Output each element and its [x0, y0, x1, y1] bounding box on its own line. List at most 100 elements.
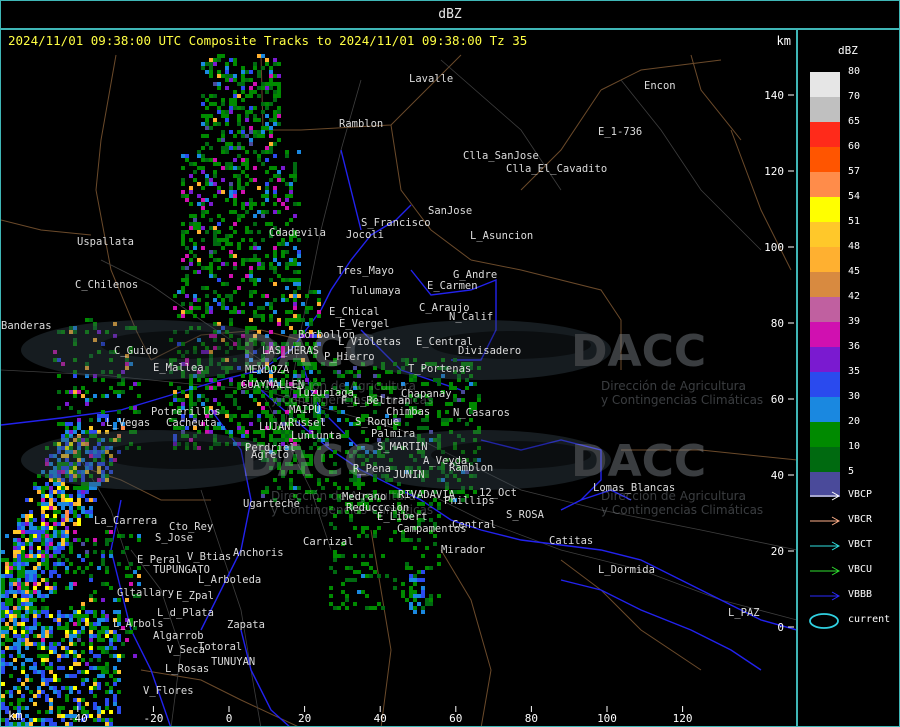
place-label: V_Flores	[143, 685, 194, 697]
legend-value: 57	[848, 166, 861, 177]
legend-value: 54	[848, 191, 861, 202]
place-label: Tulumaya	[350, 285, 401, 297]
map-title: 2024/11/01 09:38:00 UTC Composite Tracks…	[8, 33, 528, 48]
place-label: Catitas	[549, 535, 593, 547]
svg-text:y Contingencias Climáticas: y Contingencias Climáticas	[601, 393, 763, 407]
y-tick-label: 60	[771, 393, 784, 406]
track-arrow-icon	[810, 491, 841, 501]
legend-value: 10	[848, 441, 861, 452]
place-label: 12_Oct	[479, 487, 517, 499]
place-label: L_Dormida	[598, 564, 655, 576]
place-label: S_MARTIN	[377, 441, 428, 453]
place-label: S_ROSA	[506, 509, 545, 521]
legend-swatch	[810, 422, 840, 447]
place-label: V_Btias	[187, 551, 231, 563]
place-label: S_Jose	[155, 532, 193, 544]
place-label: Carrizal	[303, 536, 354, 548]
legend-value: 35	[848, 366, 861, 377]
place-label: MAIPU	[289, 404, 321, 416]
legend-panel: dBZ 80 70 65 60 57 54 51 48 45 42 39 36 35 30 20 10 5 VB…	[797, 29, 900, 727]
place-label: C_Guido	[114, 345, 158, 357]
place-label: Uspallata	[77, 236, 134, 248]
place-label: T_Portenas	[408, 363, 471, 375]
track-arrow-icon	[810, 566, 841, 576]
svg-text:DACC: DACC	[571, 436, 706, 487]
place-label: LUJAN	[259, 421, 291, 433]
place-label: Algarrob	[153, 630, 204, 642]
place-label: SanJose	[428, 205, 472, 217]
legend-value: 60	[848, 141, 861, 152]
place-label: E_1-736	[598, 126, 642, 138]
place-label: S_Francisco	[361, 217, 431, 229]
place-label: Clla_SanJose	[463, 150, 539, 162]
place-label: S_Roque	[355, 416, 399, 428]
place-label: N_Casaros	[453, 407, 510, 419]
window-title: dBZ	[438, 7, 462, 22]
place-label: Lavalle	[409, 73, 453, 85]
place-label: Tres_Mayo	[337, 265, 394, 277]
place-label: Cacheuta	[166, 417, 217, 429]
legend-swatch	[810, 172, 840, 197]
place-label: E_Zpal	[176, 590, 214, 602]
y-tick-label: 40	[771, 469, 784, 482]
x-tick-label: -40	[68, 712, 88, 725]
legend-swatch	[810, 147, 840, 172]
legend-value: 80	[848, 66, 861, 77]
x-tick-label: 60	[449, 712, 462, 725]
legend-swatch	[810, 197, 840, 222]
y-tick-label: 120	[764, 165, 784, 178]
place-label: E_Carmen	[427, 280, 478, 292]
km-unit-bottom: km	[8, 709, 23, 723]
x-tick-label: 40	[374, 712, 387, 725]
y-tick-label: 100	[764, 241, 784, 254]
track-arrow-icon	[810, 591, 841, 601]
legend-swatch	[810, 122, 840, 147]
legend-value: 45	[848, 266, 861, 277]
place-label: N_Calif	[449, 311, 493, 323]
current-ellipse-icon	[809, 613, 839, 629]
radar-map-panel[interactable]: DACC Dirección de Agricultura y Contingenc…	[0, 29, 797, 727]
track-label: VBCU	[848, 564, 873, 575]
track-label: VBCR	[848, 514, 873, 525]
legend-swatch	[810, 372, 840, 397]
window-title-bar: dBZ	[0, 0, 900, 29]
legend-swatch	[810, 72, 840, 97]
place-label: E_Mallea	[153, 362, 204, 374]
x-tick-label: 100	[597, 712, 617, 725]
place-label: TUNUYAN	[211, 656, 255, 668]
place-label: Mirador	[441, 544, 485, 556]
place-label: Clla_El_Cavadito	[506, 163, 607, 175]
place-label: L_d_Plata	[157, 607, 214, 619]
place-label: L_Rosas	[165, 663, 209, 675]
place-label: MENDOZA	[245, 364, 290, 376]
place-label: Divisadero	[458, 345, 521, 357]
radar-map[interactable]: DACC Dirección de Agriculturay Contingenc…	[1, 30, 797, 727]
km-unit-top: km	[776, 34, 791, 48]
track-label: VBCT	[848, 539, 873, 550]
place-label: Ugarteche	[243, 498, 300, 510]
legend-swatch	[810, 447, 840, 472]
place-label: Perdriel	[245, 442, 296, 454]
legend-value: 39	[848, 316, 861, 327]
place-label: Jocoli	[346, 229, 384, 241]
place-label: G_Andre	[453, 269, 497, 281]
track-arrow-icon	[810, 516, 841, 526]
legend-swatch	[810, 347, 840, 372]
y-tick-label: 0	[777, 621, 784, 634]
legend-swatch	[810, 397, 840, 422]
legend-value: 36	[848, 341, 861, 352]
place-label: Ramblon	[449, 462, 493, 474]
place-label: E_Libert	[377, 511, 428, 523]
place-label: E_Chical	[329, 306, 380, 318]
place-label: R_Pena	[353, 463, 391, 475]
place-label: Anchoris	[233, 547, 284, 559]
place-label: L_Vegas	[106, 417, 150, 429]
place-label: Palmira	[371, 428, 415, 440]
legend-value: 5	[848, 466, 855, 477]
svg-text:Dirección de Agricultura: Dirección de Agricultura	[601, 379, 746, 393]
place-label: Lunlunta	[291, 430, 342, 442]
legend-value: 42	[848, 291, 861, 302]
track-label: VBBB	[848, 589, 873, 600]
legend-swatch	[810, 247, 840, 272]
track-label: current	[848, 614, 891, 625]
